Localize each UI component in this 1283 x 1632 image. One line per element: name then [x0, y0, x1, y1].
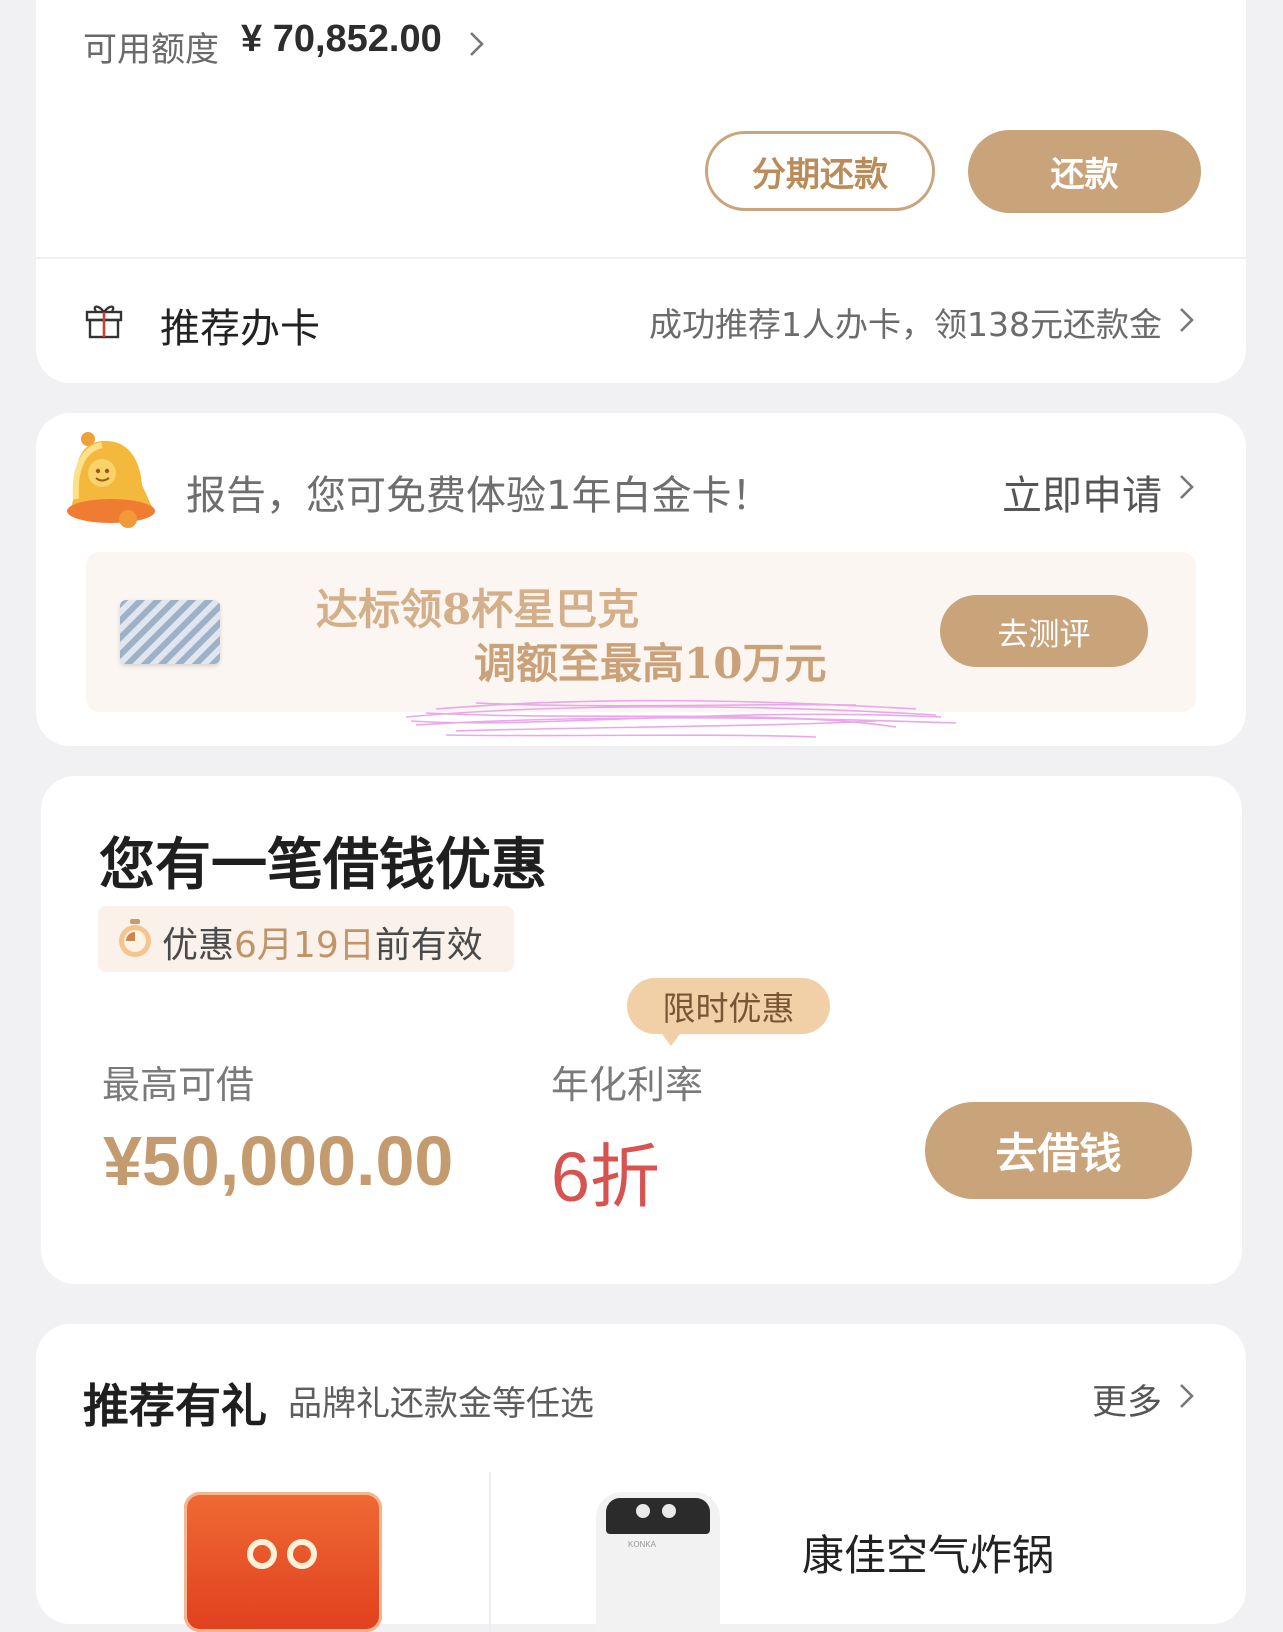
divider [36, 257, 1246, 259]
limited-time-tag: 限时优惠 [627, 978, 830, 1034]
recommend-gifts-card: 推荐有礼 品牌礼还款金等任选 更多 KONKA 康佳空气炸锅 [36, 1324, 1246, 1632]
available-quota-value[interactable]: ¥ 70,852.00 [241, 18, 442, 61]
referral-title[interactable]: 推荐办卡 [160, 296, 320, 354]
product-name[interactable]: 康佳空气炸锅 [802, 1522, 1054, 1583]
annual-rate-value: 6折 [551, 1138, 660, 1216]
chevron-right-icon[interactable] [1172, 473, 1200, 501]
max-borrow-label: 最高可借 [102, 1063, 255, 1107]
product-image-red-gift[interactable] [184, 1492, 382, 1632]
validity-date: 6月19日 [234, 925, 375, 966]
max-borrow-amount: ¥50,000.00 [103, 1122, 454, 1200]
tag-pointer [659, 1030, 683, 1046]
platinum-trial-notice: 报告，您可免费体验1年白金卡！ [186, 473, 772, 519]
credit-card-image [120, 600, 220, 664]
more-link[interactable]: 更多 [1092, 1374, 1162, 1425]
validity-badge: 优惠6月19日前有效 [98, 906, 514, 972]
available-quota-label: 可用额度 [83, 30, 219, 70]
clock-icon [114, 917, 156, 959]
referral-description[interactable]: 成功推荐1人办卡，领138元还款金 [649, 298, 1162, 346]
validity-prefix: 优惠 [162, 925, 235, 966]
installment-repay-button[interactable]: 分期还款 [705, 131, 935, 211]
platinum-notice-card: 报告，您可免费体验1年白金卡！ 立即申请 达标领8杯星巴克 调额至最高10万元 … [36, 413, 1246, 746]
chevron-right-icon[interactable] [1172, 306, 1200, 334]
chevron-right-icon[interactable] [1172, 1382, 1200, 1410]
banner-headline: 达标领8杯星巴克 [316, 585, 640, 634]
gift-icon [84, 300, 124, 340]
validity-suffix: 前有效 [374, 925, 483, 966]
recommend-title: 推荐有礼 [83, 1379, 267, 1433]
redaction-scribble [396, 687, 957, 747]
annual-rate-label: 年化利率 [551, 1063, 704, 1107]
loan-offer-title: 您有一笔借钱优惠 [99, 832, 547, 898]
product-divider [489, 1472, 491, 1632]
evaluate-button[interactable]: 去测评 [940, 595, 1148, 667]
chevron-right-icon[interactable] [462, 30, 490, 58]
repay-button[interactable]: 还款 [968, 130, 1201, 213]
borrow-button[interactable]: 去借钱 [925, 1102, 1192, 1199]
product-image-air-fryer[interactable]: KONKA [596, 1492, 720, 1632]
validity-text: 优惠6月19日前有效 [162, 916, 483, 968]
credit-card-panel: 可用额度 ¥ 70,852.00 分期还款 还款 推荐办卡 成功推荐1人办卡，领… [36, 0, 1246, 383]
apply-now-link[interactable]: 立即申请 [1002, 463, 1162, 521]
banner-subheadline: 调额至最高10万元 [474, 639, 827, 688]
bell-icon [56, 427, 162, 533]
recommend-subtitle: 品牌礼还款金等任选 [288, 1384, 594, 1424]
loan-offer-card: 您有一笔借钱优惠 优惠6月19日前有效 限时优惠 最高可借 年化利率 ¥50,0… [41, 776, 1242, 1284]
